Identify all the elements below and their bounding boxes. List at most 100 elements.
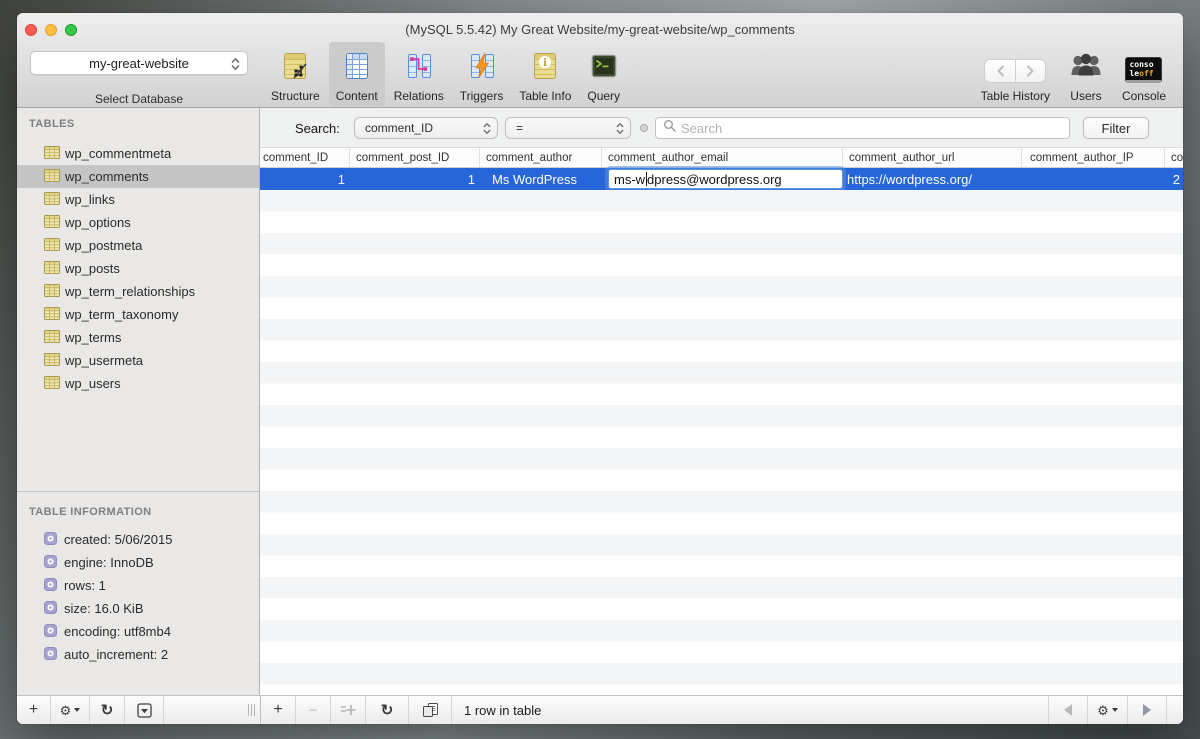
field-dropdown[interactable]: comment_ID (354, 117, 498, 139)
toolbar-item-label: Content (335, 89, 378, 103)
toggle-info-pane-button[interactable] (125, 696, 163, 724)
window-title: (MySQL 5.5.42) My Great Website/my-great… (405, 22, 795, 37)
toolbar-item-content[interactable]: Content (328, 42, 385, 106)
triggers-icon (467, 51, 497, 86)
remove-row-button[interactable]: − (296, 696, 330, 724)
table-icon (44, 352, 60, 369)
pane-toggle-icon (136, 702, 152, 718)
toolbar-item-table-history: Table History (979, 42, 1052, 106)
operator-dropdown[interactable]: = (505, 117, 631, 139)
table-name: wp_terms (65, 330, 122, 345)
pagination-gear-button[interactable]: ⚙ (1088, 696, 1127, 724)
table-information-section: TABLE INFORMATION created: 5/06/2015 eng… (17, 491, 259, 695)
empty-rows-stripes (260, 190, 1183, 695)
database-selector[interactable]: my-great-website (30, 51, 248, 75)
tables-header: TABLES (29, 118, 75, 130)
toolbar-item-label: Structure (271, 89, 320, 103)
info-text: auto_increment: 2 (64, 647, 169, 662)
table-icon (44, 375, 60, 392)
cell-comment-author: Ms WordPress (492, 171, 577, 187)
search-input[interactable] (681, 120, 1069, 136)
column-header-comment-id[interactable]: comment_ID (260, 148, 350, 167)
table-icon (44, 329, 60, 346)
add-table-button[interactable]: + (17, 696, 50, 724)
next-page-button[interactable] (1128, 696, 1166, 724)
info-dot-icon (44, 554, 57, 571)
column-header-comment-author-url[interactable]: comment_author_url (843, 148, 1022, 167)
toolbar-item-label: Console (1121, 89, 1166, 103)
table-icon (44, 260, 60, 277)
table-name: wp_commentmeta (65, 146, 172, 161)
console-icon-line1: conso (1129, 60, 1154, 69)
sidebar-item-wp-postmeta[interactable]: wp_postmeta (17, 234, 259, 257)
copy-rows-button[interactable] (409, 696, 451, 724)
content-area: Search: comment_ID = Search Filter comme… (260, 108, 1183, 695)
table-icon (44, 214, 60, 231)
results-grid: comment_ID comment_post_ID comment_autho… (260, 148, 1183, 695)
info-text: created: 5/06/2015 (64, 532, 173, 547)
sidebar-item-wp-terms[interactable]: wp_terms (17, 326, 259, 349)
duplicate-row-button[interactable] (331, 696, 365, 724)
info-item-rows: rows: 1 (17, 574, 259, 597)
history-back-button[interactable] (984, 59, 1016, 83)
info-text: engine: InnoDB (64, 555, 154, 570)
sidebar-item-wp-posts[interactable]: wp_posts (17, 257, 259, 280)
sidebar-item-wp-options[interactable]: wp_options (17, 211, 259, 234)
toolbar-item-table-info[interactable]: i Table Info (512, 42, 578, 106)
toolbar-item-label: Triggers (459, 89, 504, 103)
toolbar-item-label: Table Info (519, 89, 572, 103)
duplicate-row-icon (341, 705, 356, 715)
toolbar-item-structure[interactable]: Structure (264, 42, 327, 106)
column-header-comment-author[interactable]: comment_author (480, 148, 602, 167)
table-name: wp_usermeta (65, 353, 144, 368)
column-header-comment-author-ip[interactable]: comment_author_IP (1022, 148, 1165, 167)
sidebar-item-wp-usermeta[interactable]: wp_usermeta (17, 349, 259, 372)
sidebar-item-wp-users[interactable]: wp_users (17, 372, 259, 395)
previous-page-icon (1064, 704, 1072, 716)
email-edit-input[interactable]: ms-w dpress@wordpress.org (608, 169, 843, 189)
table-name: wp_posts (65, 261, 120, 276)
filter-button[interactable]: Filter (1083, 117, 1149, 139)
console-icon: conso leoff (1125, 57, 1163, 83)
cell-comment-id: 1 (337, 171, 345, 187)
tables-list: wp_commentmeta wp_comments wp_links wp_o… (17, 142, 259, 395)
database-selector-value: my-great-website (89, 55, 189, 71)
status-bar: + ⚙ ↻ + − ↻ 1 row in table ⚙ (17, 695, 1183, 724)
sidebar-item-wp-term-relationships[interactable]: wp_term_relationships (17, 280, 259, 303)
table-icon (44, 168, 60, 185)
add-row-button[interactable]: + (261, 696, 295, 724)
refresh-rows-button[interactable]: ↻ (366, 696, 408, 724)
sidebar-item-wp-comments[interactable]: wp_comments (17, 165, 259, 188)
previous-page-button[interactable] (1049, 696, 1087, 724)
sidebar-item-wp-links[interactable]: wp_links (17, 188, 259, 211)
table-row[interactable]: 1 1 Ms WordPress ms-w dpress@wordpress.or… (260, 168, 1183, 190)
toolbar-item-relations[interactable]: Relations (387, 42, 451, 106)
refresh-tables-button[interactable]: ↻ (90, 696, 124, 724)
filter-button-label: Filter (1101, 120, 1131, 136)
content-icon (342, 51, 372, 86)
sidebar-item-wp-commentmeta[interactable]: wp_commentmeta (17, 142, 259, 165)
toolbar-item-query[interactable]: Query (580, 42, 627, 106)
toolbar-items: Structure Content Relations Triggers i T… (264, 42, 627, 106)
toolbar-item-users[interactable]: Users (1067, 42, 1105, 106)
table-info-icon: i (530, 51, 560, 86)
sidebar-resize-handle[interactable] (243, 696, 260, 724)
users-icon (1069, 51, 1103, 86)
history-forward-button[interactable] (1015, 59, 1047, 83)
column-header-comment-author-email[interactable]: comment_author_email (602, 148, 843, 167)
table-actions-gear-button[interactable]: ⚙ (51, 696, 89, 724)
toolbar-item-console[interactable]: conso leoff Console (1120, 42, 1168, 106)
sidebar-item-wp-term-taxonomy[interactable]: wp_term_taxonomy (17, 303, 259, 326)
console-icon-line2: le (1129, 69, 1140, 78)
info-item-created: created: 5/06/2015 (17, 528, 259, 551)
toolbar-item-label: Table History (980, 89, 1050, 103)
table-icon (44, 237, 60, 254)
chevron-up-down-icon (616, 122, 624, 138)
table-name: wp_users (65, 376, 121, 391)
grid-header: comment_ID comment_post_ID comment_autho… (260, 148, 1183, 168)
table-icon (44, 283, 60, 300)
toolbar-item-triggers[interactable]: Triggers (453, 42, 511, 106)
relations-icon (404, 51, 434, 86)
column-header-clipped[interactable]: co (1165, 148, 1183, 167)
column-header-comment-post-id[interactable]: comment_post_ID (350, 148, 480, 167)
